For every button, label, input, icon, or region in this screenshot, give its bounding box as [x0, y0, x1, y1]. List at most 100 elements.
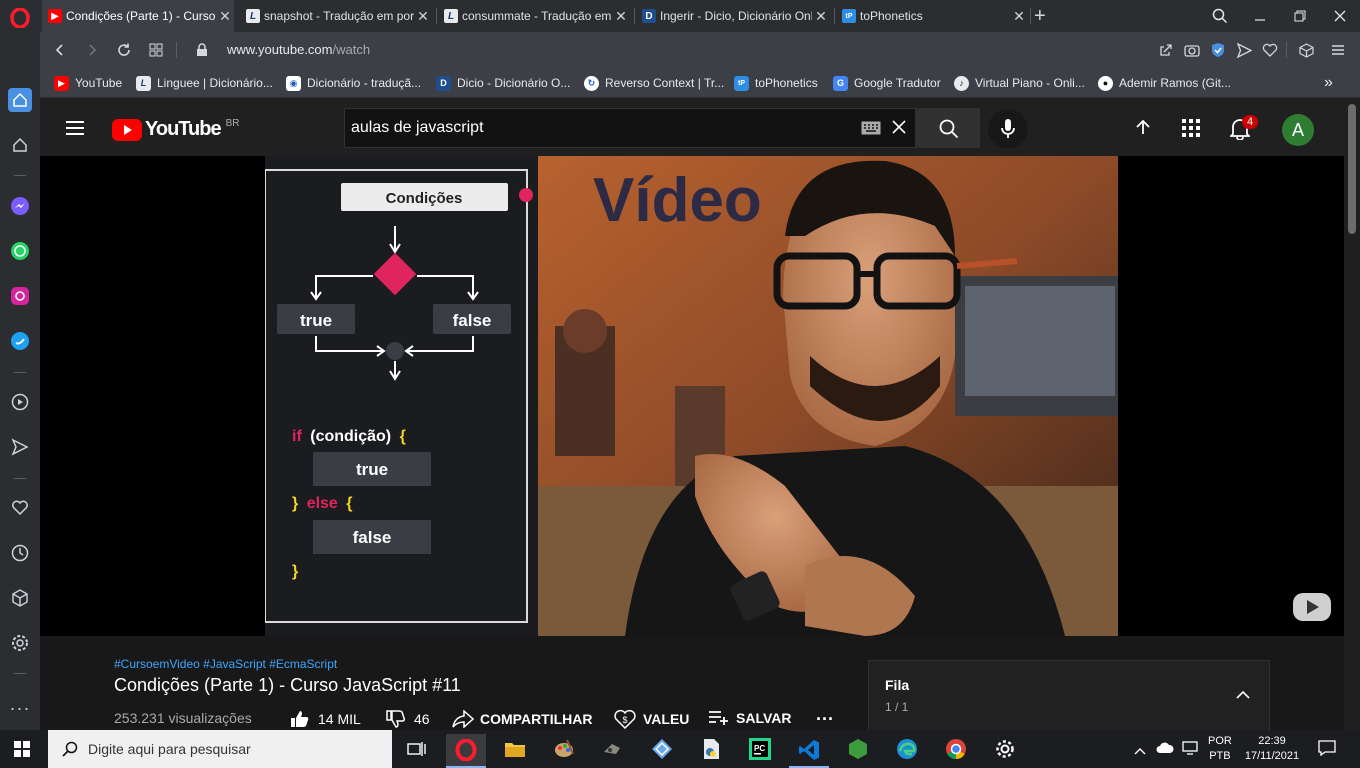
tab-youtube-video[interactable]: ▶ Condições (Parte 1) - Curso JavaScript… — [42, 0, 234, 32]
extensions-cube-icon[interactable] — [8, 586, 32, 610]
bookmark-reverso[interactable]: ↻ Reverso Context | Tr... — [584, 74, 724, 92]
clear-search-icon[interactable] — [891, 119, 907, 140]
menu-hamburger-icon[interactable] — [66, 120, 86, 141]
clock[interactable]: 22:39 17/11/2021 — [1240, 734, 1304, 764]
save-button[interactable]: SALVAR — [708, 710, 791, 726]
thanks-label: VALEU — [643, 711, 690, 727]
nodejs-icon[interactable] — [838, 734, 878, 764]
search-tabs-icon[interactable] — [1200, 0, 1240, 32]
like-button[interactable]: 14 MIL — [290, 710, 361, 728]
close-window-icon[interactable] — [1320, 0, 1360, 32]
tab-tophonetics[interactable]: tP toPhonetics ✕ — [836, 0, 1028, 32]
windows-start-icon[interactable] — [2, 734, 42, 764]
video-player[interactable]: Vídeo Condições true false if (condição)… — [40, 156, 1344, 636]
reload-icon[interactable] — [114, 40, 134, 60]
taskbar-opera-icon[interactable] — [446, 734, 486, 768]
account-avatar[interactable]: A — [1282, 114, 1314, 146]
youtube-logo[interactable]: YouTube BR — [112, 118, 239, 141]
share-button[interactable]: COMPARTILHAR — [452, 710, 593, 728]
speed-dial-grid-icon[interactable] — [146, 40, 166, 60]
search-input[interactable] — [351, 117, 831, 139]
tab-bar: ▶ Condições (Parte 1) - Curso JavaScript… — [40, 0, 1360, 32]
bookmark-youtube[interactable]: ▶ YouTube — [54, 74, 122, 92]
thanks-button[interactable]: $ VALEU — [614, 709, 689, 729]
instagram-icon[interactable] — [8, 284, 32, 308]
minimize-icon[interactable] — [1240, 0, 1280, 32]
bookmark-google-tradutor[interactable]: G Google Tradutor — [833, 74, 941, 92]
heart-icon[interactable] — [8, 496, 32, 520]
svg-text:PC: PC — [754, 744, 765, 753]
game-app-icon[interactable] — [593, 734, 633, 764]
player-icon[interactable] — [8, 390, 32, 414]
settings-gear-icon[interactable] — [8, 631, 32, 655]
whatsapp-icon[interactable] — [8, 239, 32, 263]
scrollbar-thumb[interactable] — [1348, 104, 1356, 234]
task-view-icon[interactable] — [396, 734, 436, 764]
pycharm-icon[interactable]: PC — [740, 734, 780, 764]
taskbar-search-box[interactable]: Digite aqui para pesquisar — [48, 730, 392, 768]
create-upload-icon[interactable] — [1134, 118, 1152, 143]
bookmark-github[interactable]: ● Ademir Ramos (Git... — [1098, 74, 1231, 92]
voice-search-button[interactable] — [988, 109, 1028, 149]
vscode-icon[interactable] — [789, 734, 829, 768]
bookmark-dicionario[interactable]: ◉ Dicionário - traduçã... — [286, 74, 421, 92]
video-frame[interactable]: Vídeo Condições true false if (condição)… — [265, 156, 1118, 636]
more-actions-button[interactable]: ... — [816, 704, 834, 725]
notification-center-icon[interactable] — [1318, 740, 1336, 761]
bookmark-virtual-piano[interactable]: ♪ Virtual Piano - Onli... — [954, 74, 1085, 92]
bookmark-tophonetics[interactable]: tP toPhonetics — [734, 74, 818, 92]
messenger-icon[interactable] — [8, 194, 32, 218]
opera-logo-icon[interactable] — [8, 6, 32, 30]
close-tab-icon[interactable]: ✕ — [216, 8, 234, 25]
keyboard-icon[interactable] — [861, 121, 881, 140]
edge-browser-icon[interactable] — [887, 734, 927, 764]
home-icon[interactable] — [8, 88, 32, 112]
history-icon[interactable] — [8, 541, 32, 565]
close-tab-icon[interactable]: ✕ — [612, 8, 630, 25]
tab-linguee-snapshot[interactable]: L snapshot - Tradução em português ✕ — [240, 0, 432, 32]
bookmark-dicio[interactable]: D Dicio - Dicionário O... — [436, 74, 570, 92]
miniplayer-play-icon[interactable] — [1292, 592, 1332, 627]
discover-icon[interactable] — [8, 133, 32, 157]
video-hashtags[interactable]: #CursoemVideo #JavaScript #EcmaScript — [114, 657, 337, 671]
input-language-indicator[interactable]: POR PTB — [1208, 734, 1232, 764]
vpn-shield-icon[interactable] — [1208, 40, 1228, 60]
url-field[interactable]: www.youtube.com/watch — [227, 42, 370, 57]
close-tab-icon[interactable]: ✕ — [414, 8, 432, 25]
settings-gear-icon[interactable] — [985, 734, 1025, 764]
camera-snapshot-icon[interactable] — [1182, 40, 1202, 60]
onedrive-cloud-icon[interactable] — [1156, 741, 1174, 759]
send-icon[interactable] — [8, 435, 32, 459]
python-file-icon[interactable] — [691, 734, 731, 764]
share-page-icon[interactable] — [1156, 40, 1176, 60]
apps-grid-icon[interactable] — [1182, 119, 1200, 142]
network-monitor-icon[interactable] — [1182, 741, 1198, 760]
extensions-icon[interactable] — [1296, 40, 1316, 60]
lock-icon[interactable] — [192, 40, 212, 60]
slide-false-label: false — [453, 311, 492, 330]
close-tab-icon[interactable]: ✕ — [812, 8, 830, 25]
chrome-browser-icon[interactable] — [936, 734, 976, 764]
twitter-icon[interactable] — [8, 329, 32, 353]
show-hidden-icons-chevron-icon[interactable] — [1134, 742, 1146, 760]
paint-app-icon[interactable] — [544, 734, 584, 764]
restore-icon[interactable] — [1280, 0, 1320, 32]
search-button[interactable] — [916, 108, 980, 148]
bookmark-linguee[interactable]: L Linguee | Dicionário... — [136, 74, 273, 92]
back-icon[interactable] — [50, 40, 70, 60]
send-page-icon[interactable] — [1234, 40, 1254, 60]
close-tab-icon[interactable]: ✕ — [1010, 8, 1028, 25]
network-tool-icon[interactable] — [642, 734, 682, 764]
bookmark-heart-icon[interactable] — [1260, 40, 1280, 60]
tab-dicio[interactable]: D Ingerir - Dicio, Dicionário Online ✕ — [636, 0, 830, 32]
bookmarks-more-chevron-icon[interactable]: » — [1324, 74, 1333, 92]
easy-setup-menu-icon[interactable] — [1328, 40, 1348, 60]
search-box[interactable] — [344, 108, 916, 148]
more-dots-icon[interactable]: ··· — [8, 696, 32, 720]
file-explorer-icon[interactable] — [495, 734, 535, 764]
forward-icon[interactable] — [82, 40, 102, 60]
tab-linguee-consummate[interactable]: L consummate - Tradução em português ✕ — [438, 0, 630, 32]
dislike-button[interactable]: 46 — [386, 710, 430, 728]
collapse-chevron-up-icon[interactable] — [1235, 687, 1251, 705]
new-tab-button[interactable]: + — [1034, 5, 1046, 28]
